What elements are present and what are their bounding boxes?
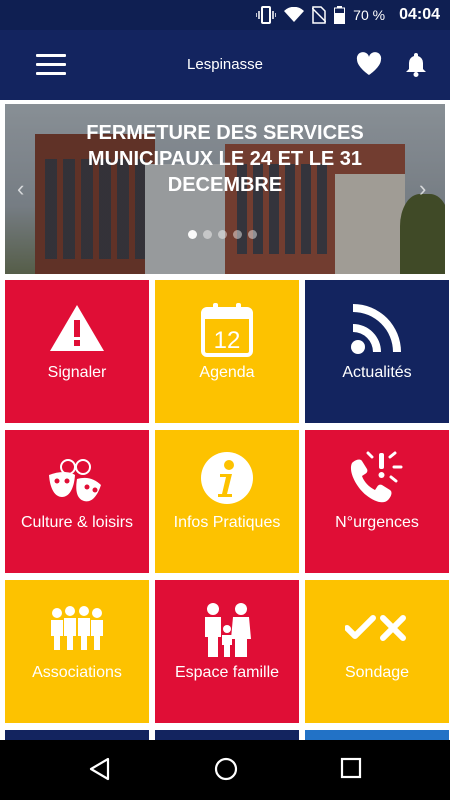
info-icon (201, 452, 253, 504)
tile-actualites[interactable]: Actualités (305, 280, 449, 423)
family-icon (205, 603, 251, 657)
back-triangle-icon[interactable] (88, 757, 110, 781)
tile-label: Sondage (344, 664, 410, 681)
app-title: Lespinasse (187, 56, 263, 73)
phone-ringing-icon (350, 451, 403, 503)
no-sim-icon (312, 6, 327, 24)
tile-associations[interactable]: Associations (5, 580, 149, 723)
calendar-day: 12 (214, 327, 241, 354)
carousel-dot[interactable] (248, 230, 257, 239)
home-circle-icon[interactable] (214, 757, 238, 781)
tile-espace-famille[interactable]: Espace famille (155, 580, 299, 723)
tile-label: Infos Pratiques (173, 514, 281, 531)
tile-label: Espace famille (174, 664, 280, 681)
wifi-icon (284, 7, 305, 22)
calendar-icon: 12 (201, 303, 253, 357)
tile-numeros-urgences[interactable]: N°urgences (305, 430, 449, 573)
battery-percent: 70 % (353, 7, 386, 23)
people-group-icon (51, 606, 103, 650)
carousel-headline[interactable]: FERMETURE DES SERVICES MUNICIPAUX LE 24 … (55, 120, 395, 198)
tile-culture-loisirs[interactable]: Culture & loisirs (5, 430, 149, 573)
culture-masks-icon (49, 459, 101, 502)
tile-signaler[interactable]: Signaler (5, 280, 149, 423)
app-bar: Lespinasse (0, 30, 450, 100)
tile-partial[interactable] (305, 730, 449, 740)
vibrate-icon (256, 6, 277, 24)
tile-label: Signaler (47, 364, 107, 381)
tile-label: Actualités (342, 364, 412, 381)
warning-icon (50, 305, 104, 351)
status-bar: 70 % 04:04 (0, 0, 450, 30)
system-navigation-bar (0, 740, 450, 800)
tile-partial[interactable] (5, 730, 149, 740)
battery-icon (334, 6, 346, 24)
tile-partial[interactable] (155, 730, 299, 740)
notifications-bell-icon[interactable] (405, 51, 427, 77)
carousel-prev-chevron-icon[interactable]: ‹ (17, 176, 24, 202)
rss-icon (351, 304, 401, 354)
tile-infos-pratiques[interactable]: Infos Pratiques (155, 430, 299, 573)
favorites-heart-icon[interactable] (356, 52, 382, 76)
carousel-dot[interactable] (218, 230, 227, 239)
recents-square-icon[interactable] (340, 757, 362, 779)
carousel-dot[interactable] (188, 230, 197, 239)
carousel-next-chevron-icon[interactable]: › (419, 176, 426, 202)
check-cross-icon (345, 615, 406, 641)
tile-label: Associations (32, 664, 122, 681)
clock: 04:04 (399, 6, 440, 23)
carousel-dot[interactable] (203, 230, 212, 239)
carousel-dots (188, 230, 257, 239)
tile-label: N°urgences (335, 514, 419, 531)
carousel-dot[interactable] (233, 230, 242, 239)
tile-label: Agenda (199, 364, 255, 381)
tile-sondage[interactable]: Sondage (305, 580, 449, 723)
tile-label: Culture & loisirs (20, 514, 134, 531)
tile-agenda[interactable]: 12 Agenda (155, 280, 299, 423)
news-carousel[interactable]: FERMETURE DES SERVICES MUNICIPAUX LE 24 … (5, 104, 445, 274)
